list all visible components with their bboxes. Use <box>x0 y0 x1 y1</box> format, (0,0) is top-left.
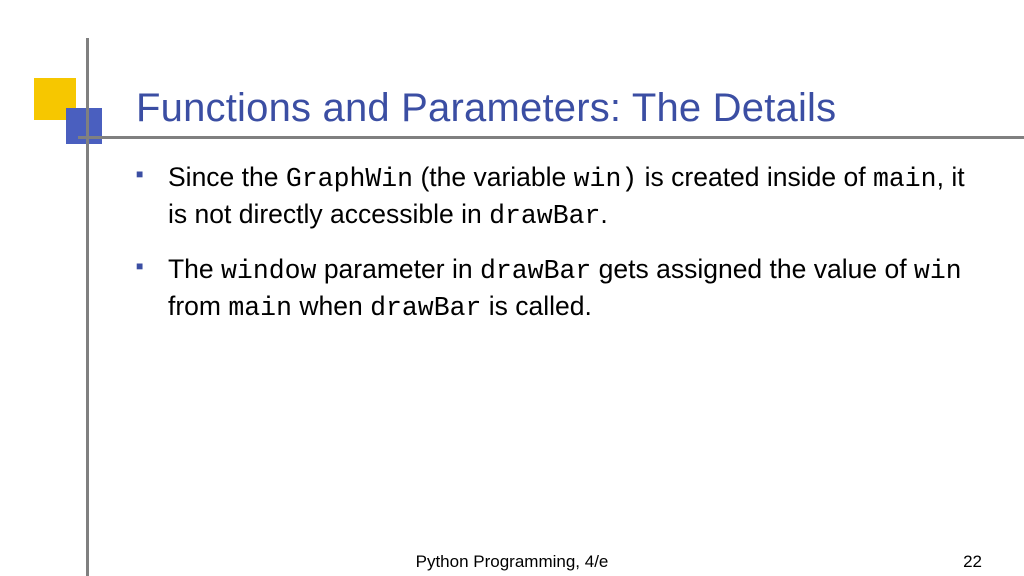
code-text: drawBar <box>370 293 481 323</box>
footer-text: Python Programming, 4/e <box>0 552 1024 572</box>
code-text: drawBar <box>480 256 591 286</box>
slide: Functions and Parameters: The Details Si… <box>0 0 1024 576</box>
body-text: is created inside of <box>637 162 873 192</box>
code-text: main <box>873 164 937 194</box>
bullet-list: Since the GraphWin (the variable win) is… <box>132 160 972 326</box>
body-text: . <box>600 199 607 229</box>
body-text: from <box>168 291 228 321</box>
body-text: is called. <box>481 291 591 321</box>
body-text: (the variable <box>413 162 574 192</box>
corner-graphic <box>34 78 104 148</box>
slide-title: Functions and Parameters: The Details <box>136 86 836 131</box>
code-text: main <box>228 293 292 323</box>
bullet-item: Since the GraphWin (the variable win) is… <box>132 160 972 234</box>
vertical-divider <box>86 38 89 576</box>
code-text: win) <box>574 164 638 194</box>
horizontal-divider <box>78 136 1024 139</box>
body-text: parameter in <box>316 254 480 284</box>
code-text: window <box>221 256 316 286</box>
code-text: GraphWin <box>286 164 413 194</box>
body-text: The <box>168 254 221 284</box>
body-text: when <box>292 291 370 321</box>
code-text: drawBar <box>489 201 600 231</box>
body-text: gets assigned the value of <box>591 254 914 284</box>
code-text: win <box>914 256 962 286</box>
slide-body: Since the GraphWin (the variable win) is… <box>132 160 972 344</box>
body-text: Since the <box>168 162 286 192</box>
page-number: 22 <box>963 552 982 572</box>
bullet-item: The window parameter in drawBar gets ass… <box>132 252 972 326</box>
